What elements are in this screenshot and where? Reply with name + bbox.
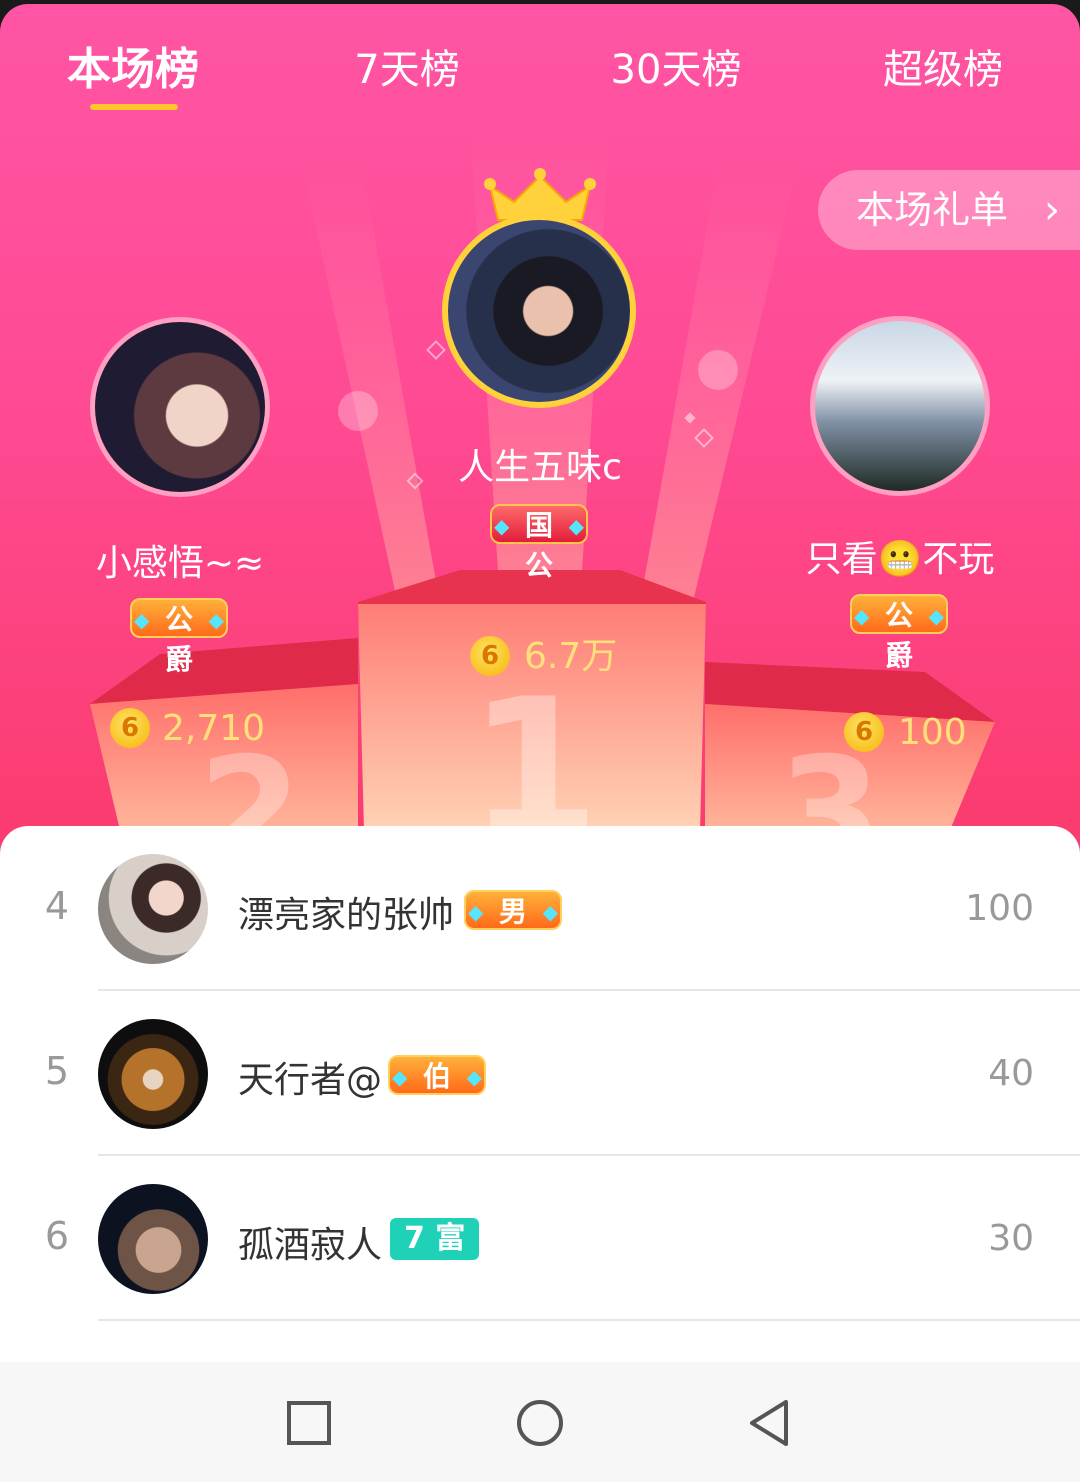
rank-badge: 男爵	[464, 890, 562, 968]
avatar-first[interactable]	[442, 214, 636, 408]
gift-list-label: 本场礼单	[856, 188, 1009, 232]
first-place-badge: 国公	[490, 504, 588, 582]
second-place-name[interactable]: 小感悟~≈	[60, 534, 300, 586]
system-nav-bar	[0, 1362, 1080, 1482]
coin-icon: 6	[844, 712, 884, 752]
user-score: 40	[988, 1053, 1034, 1094]
first-place-name[interactable]: 人生五味c	[400, 438, 680, 490]
user-name[interactable]: 孤酒寂人	[238, 1216, 382, 1268]
first-place-score: 6.7万	[524, 636, 618, 677]
list-item[interactable]: 5 天行者@ 伯爵 40	[0, 991, 1080, 1156]
avatar[interactable]	[98, 854, 208, 964]
coin-icon: 6	[110, 708, 150, 748]
tab-7-days[interactable]: 7天榜	[332, 40, 482, 100]
list-item[interactable]: 4 漂亮家的张帅 男爵 100	[0, 826, 1080, 991]
user-score: 100	[965, 888, 1034, 929]
rank-number: 4	[44, 884, 70, 928]
nav-home-icon[interactable]	[515, 1398, 565, 1448]
third-place-score: 100	[898, 712, 967, 753]
ranking-list: 4 漂亮家的张帅 男爵 100 5 天行者@ 伯爵 40 6 孤酒寂人 7 富 …	[0, 826, 1080, 1362]
place-number-1: 1	[468, 658, 600, 830]
tab-current[interactable]: 本场榜	[58, 40, 208, 100]
tab-indicator	[90, 104, 178, 110]
user-name[interactable]: 天行者@	[238, 1051, 382, 1103]
second-place-score: 2,710	[162, 708, 266, 749]
nav-back-icon[interactable]	[746, 1398, 792, 1448]
rank-badge: 伯爵	[388, 1055, 486, 1133]
gift-list-button[interactable]: 本场礼单 ›	[818, 170, 1080, 250]
user-name[interactable]: 漂亮家的张帅	[238, 886, 454, 938]
avatar[interactable]	[98, 1019, 208, 1129]
rank-number: 6	[44, 1214, 70, 1258]
tab-30-days[interactable]: 30天榜	[596, 40, 756, 100]
avatar[interactable]	[98, 1184, 208, 1294]
third-place-badge: 公爵	[850, 594, 948, 672]
avatar-third[interactable]	[810, 316, 990, 496]
tab-super[interactable]: 超级榜	[868, 40, 1018, 100]
avatar-second[interactable]	[90, 317, 270, 497]
user-score: 30	[988, 1218, 1034, 1259]
third-place-name[interactable]: 只看😬不玩	[770, 530, 1030, 582]
nav-recents-icon[interactable]	[286, 1400, 332, 1446]
divider	[98, 1319, 1080, 1321]
coin-icon: 6	[470, 636, 510, 676]
list-item[interactable]: 6 孤酒寂人 7 富 30	[0, 1156, 1080, 1321]
second-place-badge: 公爵	[130, 598, 228, 676]
chevron-right-icon: ›	[1044, 187, 1060, 233]
level-badge: 7 富	[390, 1218, 480, 1260]
rank-number: 5	[44, 1049, 70, 1093]
